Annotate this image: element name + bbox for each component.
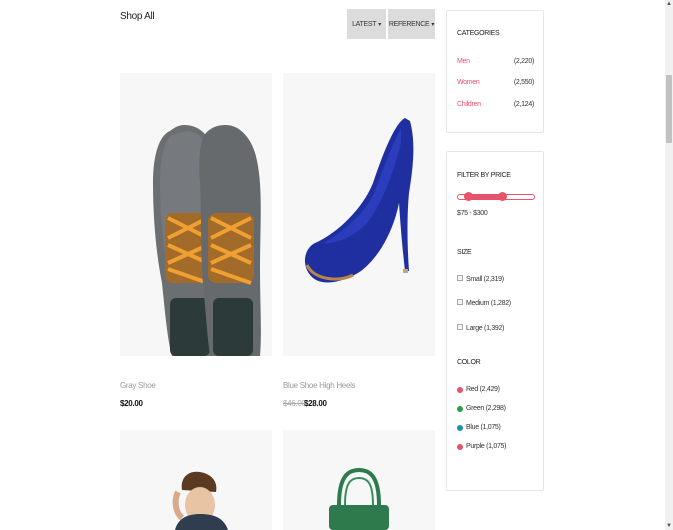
category-count: (2,124) (513, 101, 534, 108)
color-dot (457, 405, 463, 412)
caret-down-icon: ▾ (378, 21, 381, 28)
product-price: $20.00 (120, 399, 143, 408)
scroll-down-icon[interactable]: ▼ (665, 522, 673, 530)
color-option-blue[interactable]: Blue (1,075) (457, 424, 501, 431)
category-label[interactable]: Women (457, 79, 480, 86)
category-item-men[interactable]: Men (2,220) (457, 58, 534, 65)
checkbox[interactable] (457, 274, 463, 281)
product-image-model[interactable] (120, 430, 272, 530)
sort-latest-button[interactable]: LATEST ▾ (347, 9, 386, 39)
category-item-women[interactable]: Women (2,550) (457, 79, 534, 86)
category-item-children[interactable]: Children (2,124) (457, 101, 534, 108)
color-dot (457, 424, 463, 431)
color-dot (457, 386, 463, 393)
category-label[interactable]: Children (457, 101, 481, 108)
color-label: Red (2,429) (466, 386, 500, 393)
product-card[interactable] (120, 430, 272, 530)
sort-reference-button[interactable]: REFERENCE ▾ (388, 9, 435, 39)
product-name[interactable]: Gray Shoe (120, 381, 156, 390)
price-range-text: $75 - $300 (457, 210, 488, 217)
blue-heels-image (304, 118, 414, 283)
size-label: Medium (1,282) (466, 300, 511, 307)
gray-shoe-image (153, 125, 261, 356)
product-price: $28.00 (304, 399, 327, 408)
product-name[interactable]: Blue Shoe High Heels (283, 381, 356, 390)
green-bag-image (329, 467, 389, 530)
sort-latest-label: LATEST (352, 20, 377, 28)
size-option-large[interactable]: Large (1,392) (457, 323, 505, 332)
color-option-purple[interactable]: Purple (1,075) (457, 443, 506, 450)
product-card[interactable]: Blue Shoe High Heels $46.00 $28.00 (283, 73, 435, 413)
color-title: COLOR (457, 359, 481, 366)
category-count: (2,220) (513, 58, 534, 65)
filter-price-title: FILTER BY PRICE (457, 172, 511, 179)
product-image-blue-heels[interactable] (283, 73, 435, 356)
price-slider-fill (467, 194, 503, 200)
scrollbar-thumb[interactable] (666, 75, 672, 143)
category-count: (2,550) (513, 79, 534, 86)
scroll-up-icon[interactable]: ▲ (665, 0, 673, 8)
caret-down-icon: ▾ (431, 21, 435, 28)
product-card[interactable]: Gray Shoe $20.00 (120, 73, 272, 413)
checkbox[interactable] (457, 298, 463, 305)
product-old-price: $46.00 (283, 399, 306, 408)
sort-reference-label: REFERENCE (388, 20, 430, 28)
size-option-medium[interactable]: Medium (1,282) (457, 298, 511, 307)
color-dot (457, 443, 463, 450)
price-slider-min-handle[interactable] (463, 192, 473, 201)
categories-title: CATEGORIES (457, 30, 500, 37)
product-image-gray-shoe[interactable] (120, 73, 272, 356)
color-label: Green (2,298) (466, 405, 506, 412)
color-option-red[interactable]: Red (2,429) (457, 386, 500, 393)
page-title: Shop All (120, 11, 155, 22)
color-label: Purple (1,075) (466, 443, 507, 450)
categories-widget: CATEGORIES Men (2,220) Women (2,550) Chi… (446, 10, 544, 133)
category-label[interactable]: Men (457, 58, 470, 65)
size-label: Small (2,319) (466, 276, 504, 283)
product-card[interactable] (283, 430, 435, 530)
model-image (172, 471, 228, 530)
size-label: Large (1,392) (466, 325, 505, 332)
color-label: Blue (1,075) (466, 424, 501, 431)
size-option-small[interactable]: Small (2,319) (457, 274, 504, 283)
page-scrollbar[interactable]: ▲ ▼ (665, 0, 673, 530)
checkbox[interactable] (457, 323, 463, 330)
color-option-green[interactable]: Green (2,298) (457, 405, 506, 412)
product-image-green-bag[interactable] (283, 430, 435, 530)
filter-widget: FILTER BY PRICE $75 - $300 SIZE Small (2… (446, 151, 544, 491)
size-title: SIZE (457, 249, 472, 256)
